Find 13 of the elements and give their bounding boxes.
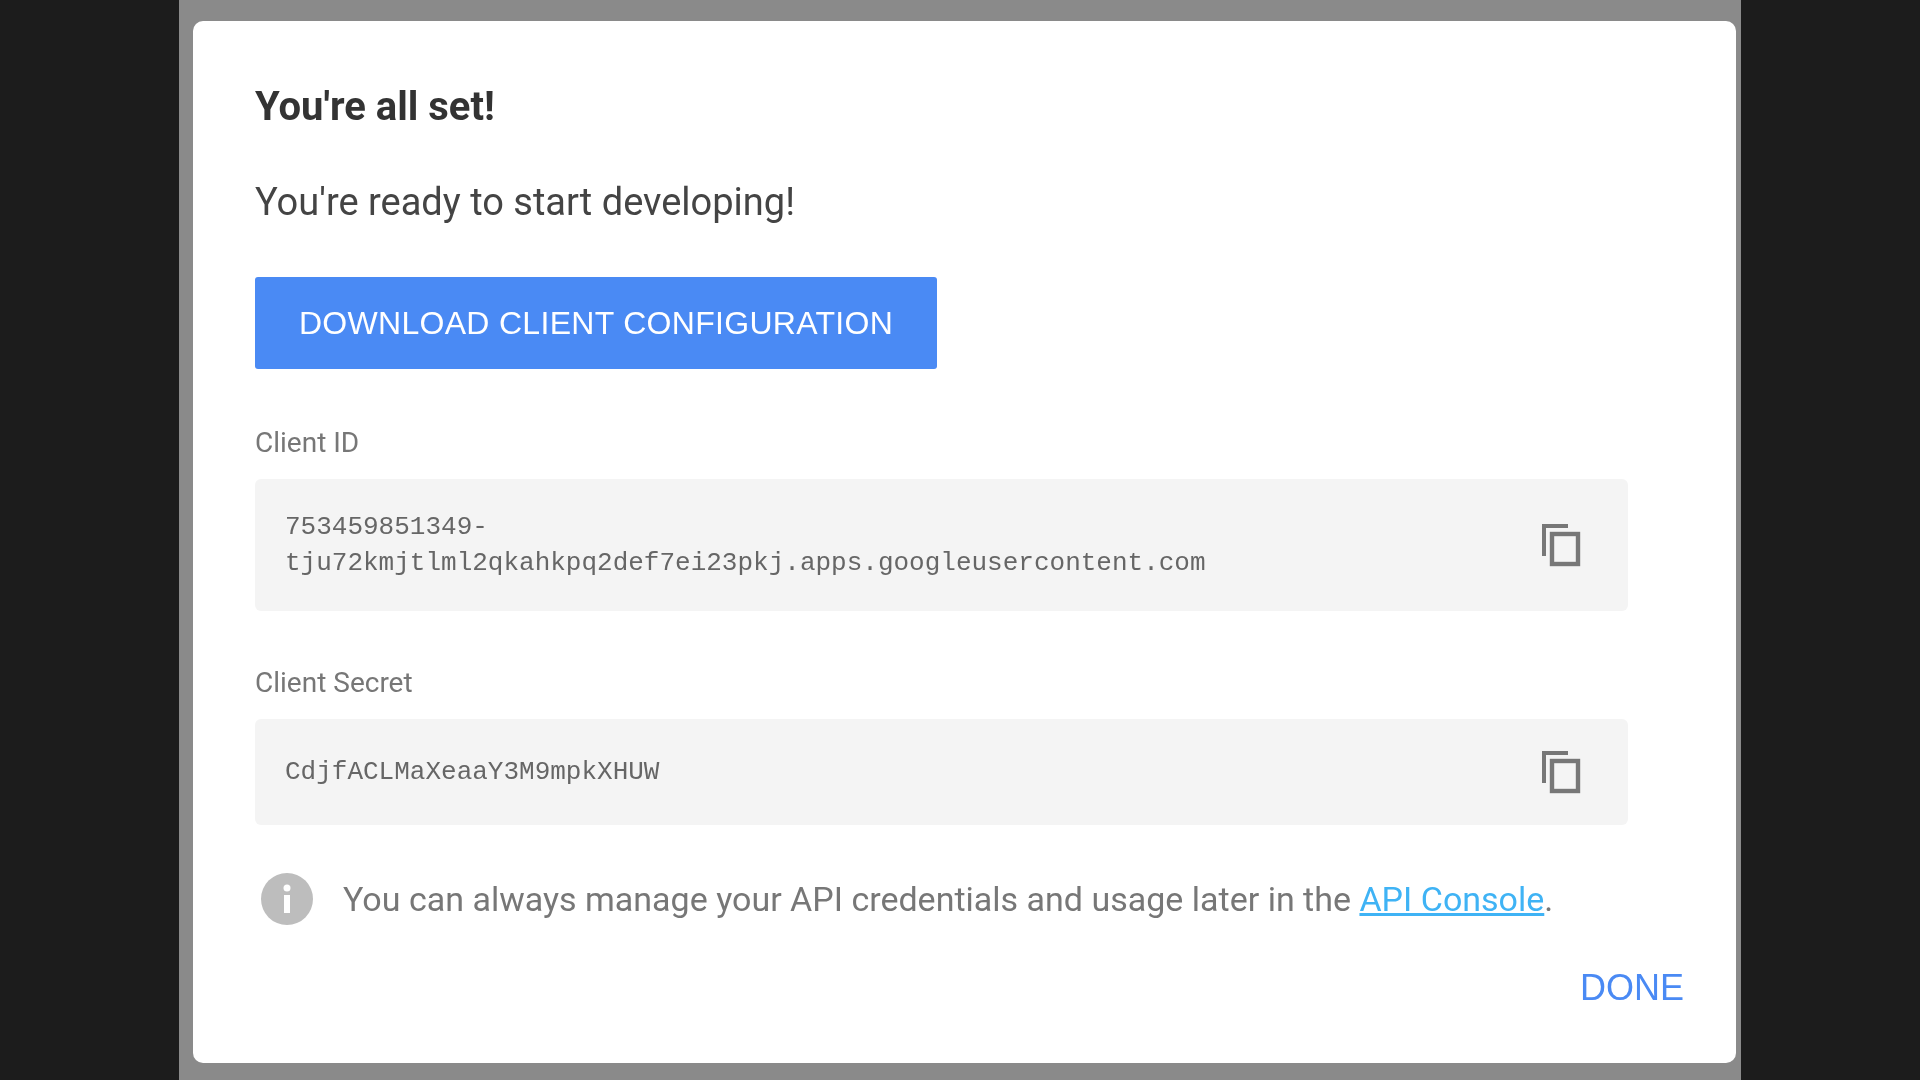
download-button[interactable]: DOWNLOAD CLIENT CONFIGURATION	[255, 277, 937, 369]
info-message: You can always manage your API credentials and usage later in the API Console.	[343, 879, 1554, 919]
done-button[interactable]: DONE	[1580, 963, 1684, 1013]
info-icon	[261, 873, 313, 925]
dialog-title: You're all set!	[255, 87, 496, 127]
field-label: Client Secret	[255, 669, 414, 697]
field-label: Client ID	[255, 429, 361, 457]
copy-icon[interactable]	[1540, 522, 1582, 568]
dialog-subtitle: You're ready to start developing!	[255, 183, 796, 221]
api-console-link[interactable]: API Console	[1359, 879, 1545, 919]
copy-icon[interactable]	[1540, 749, 1582, 795]
credential-field[interactable]: CdjfACLMaXeaaY3M9mpkXHUW	[255, 719, 1628, 825]
credential-field[interactable]: 753459851349- tju72kmjtlml2qkahkpq2def7ei23pkj.apps.googleusercontent.com	[255, 479, 1628, 611]
